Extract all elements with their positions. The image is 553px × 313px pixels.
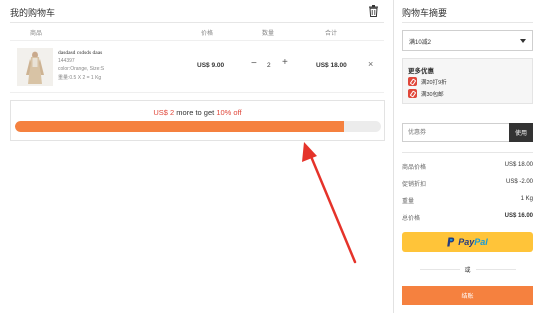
quantity-value[interactable]: 2 [267,62,271,69]
promotion-select[interactable]: 满10减2 [402,30,533,51]
checkout-button[interactable]: 结账 [402,286,533,305]
or-separator: 或 [402,262,533,274]
promo-middle-text: more to get [174,108,217,117]
paypal-icon [447,237,455,247]
header-total: 合计 [325,31,338,37]
weight-label: 重量 [402,199,415,205]
or-line-right [476,269,516,270]
promo-progress-fill [15,121,345,132]
summary-lines-divider [402,152,533,153]
more-offers-box: 更多优惠 满20打9折 满30包邮 [402,58,533,104]
tag-icon [408,77,417,86]
header-divider [10,40,384,41]
subtotal-value: US$ 18.00 [504,162,533,168]
quantity-decrease-button[interactable]: − [251,59,257,69]
promo-amount: US$ 2 [153,108,175,117]
cart-title-divider [10,22,384,23]
offer-label: 满20打9折 [421,79,447,86]
offer-item: 满30包邮 [408,89,444,98]
apply-coupon-button[interactable]: 使用 [509,123,533,142]
chevron-down-icon [520,39,526,43]
offer-label: 满30包邮 [421,91,444,98]
more-offers-title: 更多优惠 [408,68,434,75]
grand-total-label: 总价格 [402,216,421,222]
discount-value: US$ -2.00 [505,179,533,185]
close-icon[interactable]: × [368,59,373,69]
quantity-increase-button[interactable]: + [282,58,288,68]
product-thumbnail[interactable] [17,48,53,86]
item-total: US$ 18.00 [316,62,347,69]
tag-icon [408,89,417,98]
product-name[interactable]: dasdasd csdsds daas [58,50,102,56]
promo-discount: 10% off [216,108,242,117]
cart-title: 我的购物车 [10,8,56,18]
red-arrow-annotation [302,142,357,264]
paypal-pal-text: Pal [474,237,488,247]
product-attributes: color:Orange, Size:S [58,66,105,72]
summary-title: 购物车摘要 [402,8,448,18]
product-sku: 144397 [58,58,75,64]
summary-title-divider [402,22,533,23]
paypal-pay-text: Pay [458,237,475,247]
product-weight: 重量:0.5 X 2 = 1 Kg [58,75,102,81]
grand-total-value: US$ 16.00 [504,213,533,219]
trash-icon[interactable] [368,5,379,17]
promo-progress-box: US$ 2 more to get 10% off [10,100,385,141]
discount-label: 促销折扣 [402,182,427,188]
promo-message: US$ 2 more to get 10% off [11,108,384,117]
row-divider [10,92,384,93]
paypal-button[interactable]: Pay Pal [402,232,533,252]
promotion-select-value: 满10减2 [409,40,432,46]
header-quantity: 数量 [262,31,275,37]
panel-divider [393,0,394,313]
offer-item: 满20打9折 [408,77,447,86]
promo-progress-track [15,121,381,132]
header-product: 商品 [30,31,43,37]
subtotal-label: 商品价格 [402,165,427,171]
weight-value: 1 Kg [520,196,533,202]
coupon-input[interactable] [402,123,509,142]
header-price: 价格 [201,31,214,37]
item-price: US$ 9.00 [197,62,225,69]
